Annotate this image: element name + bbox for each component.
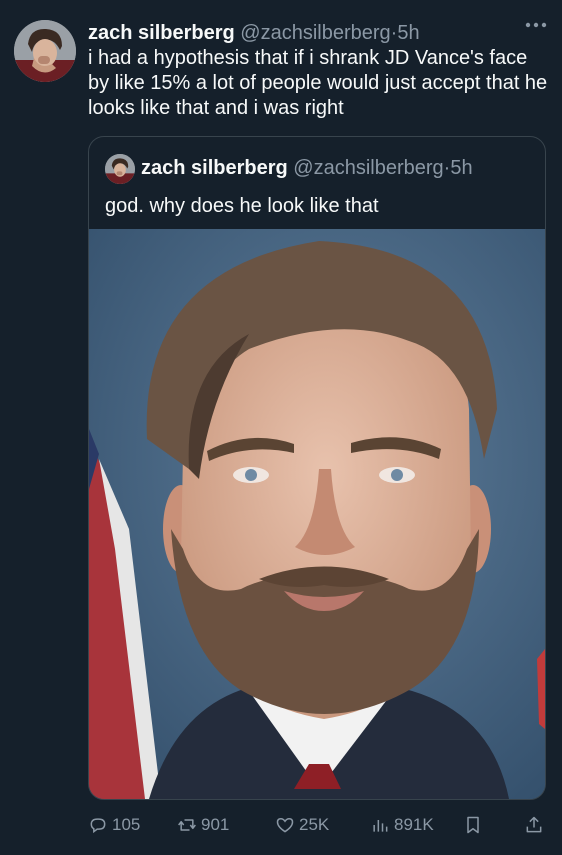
quoted-author-name: zach silberberg: [141, 157, 288, 179]
retweet-icon: [178, 819, 196, 831]
bookmark-button[interactable]: [463, 812, 487, 838]
author-handle[interactable]: @zachsilberberg: [240, 22, 390, 44]
quoted-tweet-card[interactable]: zach silberberg @zachsilberberg·5h god. …: [88, 136, 546, 800]
quoted-tweet-text: god. why does he look like that: [105, 195, 379, 217]
retweet-count: 901: [201, 815, 230, 834]
tweet-actions-bar: 105 901 25K 891K: [88, 812, 550, 838]
tweet-text: i had a hypothesis that if i shrank JD V…: [88, 47, 548, 119]
share-icon: [526, 816, 542, 833]
bookmark-icon: [467, 816, 479, 834]
reply-count: 105: [112, 815, 141, 834]
like-icon: [276, 817, 294, 833]
quoted-tweet-photo[interactable]: [89, 229, 545, 799]
quoted-tweet-time: 5h: [450, 157, 473, 179]
reply-icon: [90, 818, 106, 834]
tweet-time[interactable]: 5h: [397, 22, 419, 44]
quoted-tweet-header: zach silberberg @zachsilberberg·5h: [105, 152, 533, 184]
share-button[interactable]: [524, 812, 548, 838]
author-name[interactable]: zach silberberg: [88, 22, 235, 44]
like-count: 25K: [299, 815, 330, 834]
tweet-header: zach silberberg @zachsilberberg·5h: [88, 21, 512, 45]
views-button[interactable]: 891K: [370, 812, 434, 838]
like-button[interactable]: 25K: [275, 812, 329, 838]
reply-button[interactable]: 105: [88, 812, 140, 838]
views-count: 891K: [394, 815, 434, 834]
quoted-author-handle: @zachsilberberg: [293, 157, 444, 179]
views-icon: [373, 820, 388, 832]
more-horizontal-icon[interactable]: [522, 18, 550, 40]
quoted-author-avatar: [105, 153, 135, 184]
author-avatar[interactable]: [14, 20, 76, 82]
retweet-button[interactable]: 901: [177, 812, 229, 838]
